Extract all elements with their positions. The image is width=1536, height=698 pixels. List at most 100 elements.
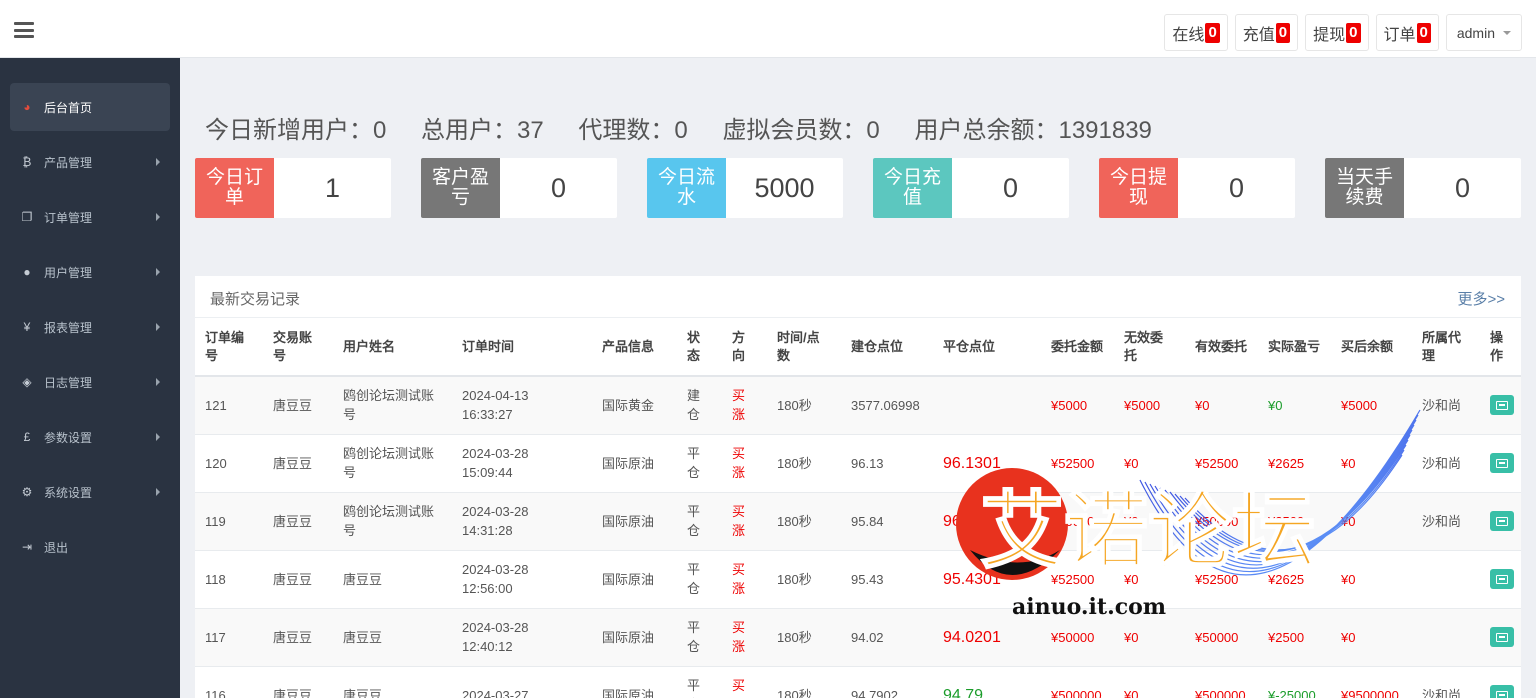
column-header: 无效委托 — [1114, 318, 1185, 377]
sidebar-item-7[interactable]: ⚙ 系统设置 — [10, 468, 170, 516]
panel-header: 最新交易记录 更多>> — [195, 276, 1521, 318]
table-cell: 96.1301 — [933, 434, 1041, 493]
stat-card: 今日订单 1 — [195, 158, 391, 218]
sidebar-item-1[interactable]: ₿ 产品管理 — [10, 138, 170, 186]
stat-card-label: 今日流水 — [647, 158, 726, 218]
sidebar-item-label: 系统设置 — [44, 485, 93, 500]
table-cell: ¥50000 — [1041, 492, 1114, 551]
sidebar-item-label: 日志管理 — [44, 375, 93, 390]
withdraw-label: 提现 — [1313, 26, 1346, 44]
chevron-right-icon — [156, 158, 160, 166]
recharge-button[interactable]: 充值 0 — [1234, 14, 1299, 51]
more-link[interactable]: 更多>> — [1457, 288, 1505, 309]
stat-card: 当天手续费 0 — [1325, 158, 1521, 218]
table-cell: 平仓 — [677, 492, 722, 551]
table-cell: 沙和尚 — [1412, 434, 1480, 493]
column-header: 实际盈亏 — [1258, 318, 1331, 377]
orders-badge: 0 — [1416, 22, 1431, 43]
column-header: 状态 — [677, 318, 722, 377]
gears-icon: ⚙ — [21, 485, 33, 499]
column-header: 订单时间 — [452, 318, 592, 377]
table-cell: 买涨 — [722, 492, 767, 551]
table-cell: 94.7902 — [841, 666, 933, 698]
orders-button[interactable]: 订单 0 — [1375, 14, 1439, 51]
table-cell: ¥0 — [1114, 608, 1185, 667]
table-cell: 国际原油 — [592, 608, 677, 667]
sidebar-item-0[interactable]: ◕ 后台首页 — [10, 83, 170, 131]
view-detail-button[interactable] — [1490, 453, 1514, 473]
table-cell: 95.4301 — [933, 550, 1041, 609]
table-cell: 平仓 — [677, 666, 722, 698]
table-cell: 唐豆豆 — [333, 666, 452, 698]
view-detail-button[interactable] — [1490, 569, 1514, 589]
column-header: 操作 — [1480, 318, 1521, 377]
table-cell: 180秒 — [767, 492, 841, 551]
stat-card-label: 今日提现 — [1099, 158, 1178, 218]
table-cell: 3577.06998 — [841, 376, 933, 435]
table-cell: ¥0 — [1185, 376, 1258, 435]
table-cell: 94.79 — [933, 666, 1041, 698]
view-detail-button[interactable] — [1490, 627, 1514, 647]
view-detail-button[interactable] — [1490, 395, 1514, 416]
table-cell: 2024-03-28 15:09:44 — [452, 434, 592, 493]
table-cell — [933, 376, 1041, 435]
table-cell: 买涨 — [722, 376, 767, 435]
yen-icon: ¥ — [23, 320, 31, 334]
table-cell: ¥0 — [1114, 492, 1185, 551]
table-cell: 121 — [195, 376, 263, 435]
column-header: 订单编号 — [195, 318, 263, 377]
column-header: 用户姓名 — [333, 318, 452, 377]
detail-icon — [1496, 574, 1508, 584]
table-cell: 平仓 — [677, 550, 722, 609]
table-cell: 平仓 — [677, 608, 722, 667]
table-cell: ¥0 — [1331, 608, 1412, 667]
recharge-label: 充值 — [1242, 26, 1275, 44]
stat-card: 今日流水 5000 — [647, 158, 843, 218]
column-header: 所属代理 — [1412, 318, 1480, 377]
stat-card-value: 0 — [1454, 172, 1471, 203]
view-detail-button[interactable] — [1490, 685, 1514, 698]
table-cell: 180秒 — [767, 434, 841, 493]
column-header: 建仓点位 — [841, 318, 933, 377]
table-row: 116唐豆豆唐豆豆2024-03-27国际原油平仓买涨180秒94.790294… — [195, 666, 1521, 698]
stat-card-value: 0 — [1228, 172, 1245, 203]
table-cell: 2024-03-28 14:31:28 — [452, 492, 592, 551]
table-cell: ¥52500 — [1185, 434, 1258, 493]
sidebar-item-2[interactable]: ❐ 订单管理 — [10, 193, 170, 241]
online-badge: 0 — [1205, 22, 1220, 43]
table-cell: 平仓 — [677, 434, 722, 493]
table-cell: 唐豆豆 — [263, 376, 333, 435]
column-header: 方向 — [722, 318, 767, 377]
action-cell — [1480, 434, 1521, 493]
column-header: 平仓点位 — [933, 318, 1041, 377]
table-cell: 唐豆豆 — [263, 434, 333, 493]
table-row: 118 唐豆豆 唐豆豆 2024-03-28 12:56:00 国际原油 平仓 买涨 180秒… — [195, 550, 1521, 609]
table-cell: 119 — [195, 492, 263, 551]
table-cell: 鸥创论坛测试账号 — [333, 434, 452, 493]
chevron-right-icon — [156, 268, 160, 276]
table-cell: 180秒 — [767, 550, 841, 609]
sidebar-item-5[interactable]: ◈ 日志管理 — [10, 358, 170, 406]
user-menu-button[interactable]: admin — [1445, 14, 1522, 51]
table-cell: ¥0 — [1331, 550, 1412, 609]
menu-toggle-icon[interactable] — [14, 22, 34, 38]
sidebar-item-6[interactable]: £ 参数设置 — [10, 413, 170, 461]
online-button[interactable]: 在线 0 — [1164, 14, 1228, 51]
online-label: 在线 — [1172, 26, 1205, 44]
table-cell: 买涨 — [722, 550, 767, 609]
detail-icon — [1496, 516, 1508, 526]
sidebar-item-4[interactable]: ¥ 报表管理 — [10, 303, 170, 351]
table-cell: ¥500000 — [1041, 666, 1114, 698]
caret-down-icon — [1503, 30, 1511, 35]
chevron-right-icon — [156, 323, 160, 331]
table-cell: 唐豆豆 — [263, 666, 333, 698]
table-cell: 2024-03-28 12:40:12 — [452, 608, 592, 667]
table-cell: ¥0 — [1114, 666, 1185, 698]
view-detail-button[interactable] — [1490, 511, 1514, 531]
sidebar-item-8[interactable]: ⇥ 退出 — [10, 523, 170, 571]
today-new-users: 今日新增用户：0 — [205, 117, 387, 144]
table-cell — [1412, 550, 1480, 609]
withdraw-button[interactable]: 提现 0 — [1305, 14, 1369, 51]
total-users: 总用户：37 — [421, 117, 544, 144]
sidebar-item-3[interactable]: ● 用户管理 — [10, 248, 170, 296]
